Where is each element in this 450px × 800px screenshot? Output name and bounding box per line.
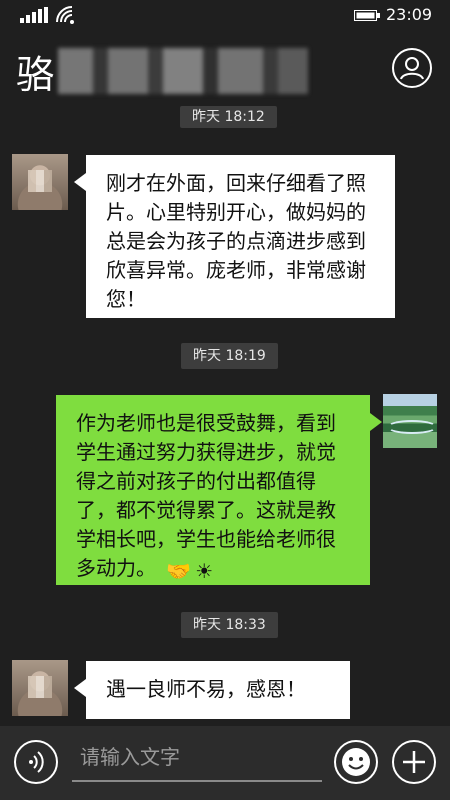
message-text: 作为老师也是很受鼓舞，看到学生通过努力获得进步，就觉得之前对孩子的付出都值得了，… xyxy=(76,411,336,580)
handshake-emoji: 🤝 xyxy=(166,559,192,583)
input-bar xyxy=(0,726,450,800)
emoji-button[interactable] xyxy=(334,740,378,784)
blurred-title-mosaic xyxy=(58,48,308,94)
message-text: 遇一良师不易，感恩！ xyxy=(106,677,306,701)
sun-emoji: ☀ xyxy=(195,559,214,583)
timestamp: 昨天 18:19 xyxy=(181,343,278,369)
plus-icon xyxy=(403,751,425,773)
avatar-mosaic xyxy=(28,676,52,698)
avatar-mosaic xyxy=(28,170,52,192)
outgoing-message[interactable]: 作为老师也是很受鼓舞，看到学生通过努力获得进步，就觉得之前对孩子的付出都值得了，… xyxy=(56,395,382,585)
contact-avatar[interactable] xyxy=(12,154,68,210)
timestamp: 昨天 18:12 xyxy=(180,106,277,128)
emoji-icon xyxy=(342,748,370,776)
incoming-message[interactable]: 刚才在外面，回来仔细看了照片。心里特别开心，做妈妈的总是会为孩子的点滴进步感到欣… xyxy=(74,155,395,318)
my-avatar[interactable] xyxy=(383,394,437,448)
avatar-landscape xyxy=(387,420,437,434)
status-time: 23:09 xyxy=(386,5,433,24)
plus-button[interactable] xyxy=(392,740,436,784)
profile-button[interactable] xyxy=(392,48,432,88)
signal-icon xyxy=(20,7,48,23)
voice-icon xyxy=(29,751,44,773)
battery-icon xyxy=(354,10,380,21)
status-bar: 23:09 xyxy=(0,0,450,30)
chat-header: 骆 xyxy=(0,30,450,110)
message-input[interactable] xyxy=(72,734,322,782)
voice-button[interactable] xyxy=(14,740,58,784)
contact-avatar[interactable] xyxy=(12,660,68,716)
timestamp: 昨天 18:33 xyxy=(181,612,278,638)
profile-icon xyxy=(400,57,424,80)
incoming-message[interactable]: 遇一良师不易，感恩！ xyxy=(74,661,350,719)
wifi-icon xyxy=(56,6,74,24)
message-text: 刚才在外面，回来仔细看了照片。心里特别开心，做妈妈的总是会为孩子的点滴进步感到欣… xyxy=(106,171,366,311)
